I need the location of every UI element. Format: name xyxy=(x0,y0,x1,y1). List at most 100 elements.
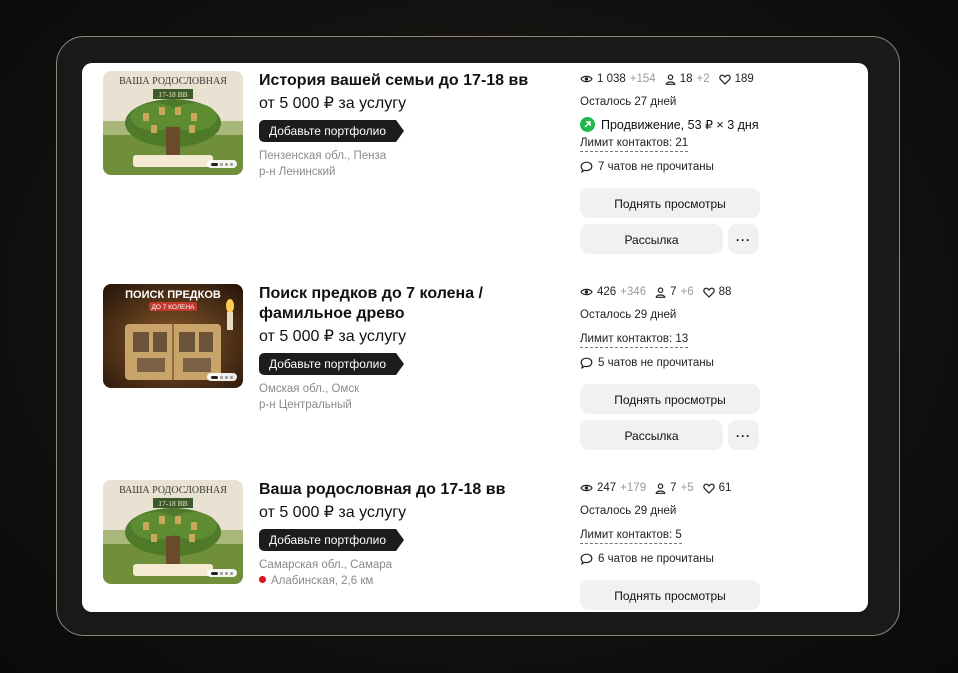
listing-title[interactable]: История вашей семьи до 17-18 вв xyxy=(259,71,559,91)
stats-row: 426 +346 7 +6 88 xyxy=(580,284,770,300)
chat-bubble-icon xyxy=(580,357,593,369)
remaining-days: Осталось 27 дней xyxy=(580,96,677,108)
heart-icon xyxy=(718,74,731,85)
thumb-title: ВАША РОДОСЛОВНАЯ xyxy=(119,76,227,87)
more-options-button[interactable]: ··· xyxy=(728,224,759,254)
thumb-title: ВАША РОДОСЛОВНАЯ xyxy=(119,485,227,496)
raise-views-button[interactable]: Поднять просмотры xyxy=(580,188,760,218)
location-region: Самарская обл., Самара xyxy=(259,559,393,571)
stats-row: 247 +179 7 +5 61 xyxy=(580,480,770,496)
eye-icon xyxy=(580,75,593,83)
remaining-days: Осталось 29 дней xyxy=(580,309,677,321)
add-portfolio-tag[interactable]: Добавьте портфолио xyxy=(259,120,405,142)
location-region: Омская обл., Омск xyxy=(259,383,360,395)
add-portfolio-tag[interactable]: Добавьте портфолио xyxy=(259,353,405,375)
views-delta: +346 xyxy=(620,286,647,298)
location-district: р-н Центральный xyxy=(259,399,352,411)
unread-chats[interactable]: 6 чатов не прочитаны xyxy=(580,551,770,567)
listing-info: Поиск предков до 7 колена / фамильное др… xyxy=(259,284,559,413)
favorites-stat: 7 +5 xyxy=(655,480,694,496)
favorites-stat: 7 +6 xyxy=(655,284,694,300)
listing-stats-panel: 426 +346 7 +6 88 Осталось 29 дней Лимит ко… xyxy=(580,284,770,450)
views-stat: 1 038 +154 xyxy=(580,71,656,87)
likes-count: 88 xyxy=(718,286,732,298)
listing-info: История вашей семьи до 17-18 вв от 5 000… xyxy=(259,71,559,180)
carousel-dots xyxy=(207,373,237,381)
metro-station: Алабинская, 2,6 км xyxy=(271,575,374,587)
views-stat: 426 +346 xyxy=(580,284,646,300)
metro-icon xyxy=(259,576,266,583)
title-line: Поиск предков до 7 колена / xyxy=(259,285,483,302)
likes-stat: 88 xyxy=(702,284,732,300)
listing-stats-panel: 247 +179 7 +5 61 Осталось 29 дней Лимит ко… xyxy=(580,480,770,610)
add-portfolio-tag[interactable]: Добавьте портфолио xyxy=(259,529,405,551)
listing-price: от 5 000 ₽ за услугу xyxy=(259,328,407,345)
views-stat: 247 +179 xyxy=(580,480,646,496)
location-metro: Алабинская, 2,6 км xyxy=(259,573,559,589)
listing-stats-panel: 1 038 +154 18 +2 189 Осталось 27 дней Прод… xyxy=(580,71,770,254)
person-icon xyxy=(655,482,666,494)
unread-chats[interactable]: 5 чатов не прочитаны xyxy=(580,355,770,371)
title-line: История вашей семьи до 17-18 вв xyxy=(259,72,529,89)
contact-limit-link[interactable]: Лимит контактов: 13 xyxy=(580,332,689,348)
views-count: 247 xyxy=(597,482,617,494)
listing-thumbnail[interactable]: ВАША РОДОСЛОВНАЯ 17-18 ВВ xyxy=(103,480,243,584)
listing-title[interactable]: Ваша родословная до 17-18 вв xyxy=(259,480,559,500)
promotion-label: Продвижение, 53 ₽ × 3 дня xyxy=(601,118,759,132)
favorites-stat: 18 +2 xyxy=(665,71,710,87)
likes-count: 189 xyxy=(734,73,754,85)
thumb-subtitle: ДО 7 КОЛЕНА xyxy=(151,304,195,311)
likes-count: 61 xyxy=(718,482,732,494)
raise-views-button[interactable]: Поднять просмотры xyxy=(580,384,760,414)
listing-info: Ваша родословная до 17-18 вв от 5 000 ₽ … xyxy=(259,480,559,589)
stats-row: 1 038 +154 18 +2 189 xyxy=(580,71,770,87)
carousel-dots xyxy=(207,569,237,577)
mailing-button[interactable]: Рассылка xyxy=(580,224,723,254)
unread-chats-label: 7 чатов не прочитаны xyxy=(598,161,714,173)
thumb-subtitle: 17-18 ВВ xyxy=(158,499,187,508)
unread-chats-label: 5 чатов не прочитаны xyxy=(598,357,714,369)
chat-bubble-icon xyxy=(580,161,593,173)
likes-stat: 189 xyxy=(718,71,754,87)
contact-limit-link[interactable]: Лимит контактов: 21 xyxy=(580,136,689,152)
listing-price: от 5 000 ₽ за услугу xyxy=(259,504,407,521)
carousel-dots xyxy=(207,160,237,168)
favorites-count: 18 xyxy=(679,73,693,85)
title-line: фамильное древо xyxy=(259,305,405,322)
mailing-button[interactable]: Рассылка xyxy=(580,420,723,450)
heart-icon xyxy=(702,483,715,494)
views-delta: +179 xyxy=(620,482,647,494)
views-count: 1 038 xyxy=(597,73,626,85)
favorites-delta: +2 xyxy=(696,73,710,85)
views-count: 426 xyxy=(597,286,617,298)
listings-panel: ВАША РОДОСЛОВНАЯ 17-18 ВВ История вашей … xyxy=(82,63,868,612)
listing-price: от 5 000 ₽ за услугу xyxy=(259,95,407,112)
chat-bubble-icon xyxy=(580,553,593,565)
heart-icon xyxy=(702,287,715,298)
listing-thumbnail[interactable]: ПОИСК ПРЕДКОВ ДО 7 КОЛЕНА xyxy=(103,284,243,388)
listing-location: Самарская обл., Самара Алабинская, 2,6 к… xyxy=(259,557,559,589)
eye-icon xyxy=(580,288,593,296)
more-options-button[interactable]: ··· xyxy=(728,420,759,450)
remaining-days: Осталось 29 дней xyxy=(580,505,677,517)
unread-chats-label: 6 чатов не прочитаны xyxy=(598,553,714,565)
thumb-subtitle: 17-18 ВВ xyxy=(158,90,187,99)
favorites-delta: +5 xyxy=(680,482,694,494)
listing-location: Пензенская обл., Пенза р-н Ленинский xyxy=(259,148,559,180)
title-line: Ваша родословная до 17-18 вв xyxy=(259,481,506,498)
arrow-up-right-icon xyxy=(580,117,595,132)
listing-location: Омская обл., Омск р-н Центральный xyxy=(259,381,559,413)
raise-views-button[interactable]: Поднять просмотры xyxy=(580,580,760,610)
contact-limit-link[interactable]: Лимит контактов: 5 xyxy=(580,528,682,544)
views-delta: +154 xyxy=(629,73,656,85)
favorites-delta: +6 xyxy=(680,286,694,298)
unread-chats[interactable]: 7 чатов не прочитаны xyxy=(580,159,770,175)
listing-title[interactable]: Поиск предков до 7 колена / фамильное др… xyxy=(259,284,559,324)
promotion-status[interactable]: Продвижение, 53 ₽ × 3 дня xyxy=(580,117,770,132)
favorites-count: 7 xyxy=(670,286,677,298)
location-district: р-н Ленинский xyxy=(259,166,336,178)
listing-thumbnail[interactable]: ВАША РОДОСЛОВНАЯ 17-18 ВВ xyxy=(103,71,243,175)
likes-stat: 61 xyxy=(702,480,732,496)
thumb-title: ПОИСК ПРЕДКОВ xyxy=(125,289,221,301)
eye-icon xyxy=(580,484,593,492)
